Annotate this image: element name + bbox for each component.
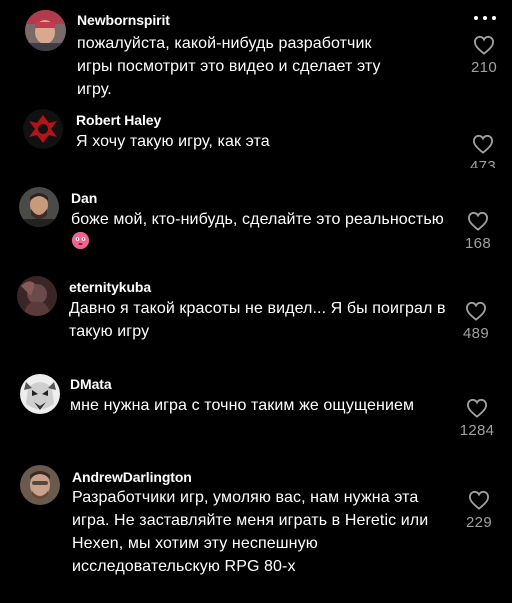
comment-text: Давно я такой красоты не видел... Я бы п… bbox=[69, 300, 446, 340]
avatar-image bbox=[17, 276, 57, 316]
comment-item: DMata мне нужна игра с точно таким же ощ… bbox=[0, 365, 512, 460]
flushed-face-emoji bbox=[72, 232, 89, 249]
like-count: 210 bbox=[471, 59, 497, 76]
comment-text: Разработчики игр, умоляю вас, нам нужна … bbox=[72, 489, 429, 575]
comment-item: AndrewDarlington Разработчики игр, умоля… bbox=[0, 460, 512, 603]
like-button[interactable]: 473 bbox=[461, 134, 505, 168]
comment-item: Dan боже мой, кто-нибудь, сделайте это р… bbox=[0, 180, 512, 265]
avatar[interactable] bbox=[20, 465, 60, 505]
like-button[interactable]: 1284 bbox=[455, 398, 499, 439]
like-count: 1284 bbox=[459, 422, 495, 439]
comment-username[interactable]: AndrewDarlington bbox=[72, 469, 192, 485]
comment-username[interactable]: Dan bbox=[71, 190, 97, 206]
like-button[interactable]: 229 bbox=[457, 490, 501, 531]
comment-item: Robert Haley Я хочу такую игру, как эта … bbox=[0, 100, 512, 180]
comment-item: eternitykuba Давно я такой красоты не ви… bbox=[0, 265, 512, 365]
comment-username[interactable]: Robert Haley bbox=[76, 112, 161, 128]
like-button[interactable]: 489 bbox=[454, 301, 498, 342]
avatar-image bbox=[23, 109, 63, 149]
heart-outline-icon bbox=[473, 35, 495, 55]
comment-item: Newbornspirit пожалуйста, какой-нибудь р… bbox=[0, 0, 512, 100]
like-count: 168 bbox=[465, 235, 491, 252]
heart-outline-icon bbox=[472, 134, 494, 154]
avatar-image bbox=[20, 465, 60, 505]
like-count: 473 bbox=[470, 158, 496, 168]
comment-text: боже мой, кто-нибудь, сделайте это реаль… bbox=[71, 211, 444, 228]
avatar[interactable] bbox=[23, 109, 63, 149]
like-count: 229 bbox=[466, 514, 492, 531]
comment-text: пожалуйста, какой-нибудь разработчик игр… bbox=[77, 35, 381, 98]
heart-outline-icon bbox=[468, 490, 490, 510]
avatar[interactable] bbox=[25, 10, 66, 51]
comment-text: Я хочу такую игру, как эта bbox=[76, 133, 270, 150]
avatar[interactable] bbox=[17, 276, 57, 316]
comment-username[interactable]: Newbornspirit bbox=[77, 12, 170, 28]
avatar-image bbox=[25, 10, 66, 51]
like-button[interactable]: 210 bbox=[462, 35, 506, 76]
comment-text: мне нужна игра с точно таким же ощущение… bbox=[70, 397, 415, 414]
comment-username[interactable]: eternitykuba bbox=[69, 279, 151, 295]
avatar[interactable] bbox=[19, 187, 59, 227]
heart-outline-icon bbox=[465, 301, 487, 321]
avatar-image bbox=[20, 374, 60, 414]
like-button[interactable]: 168 bbox=[456, 211, 500, 252]
avatar[interactable] bbox=[20, 374, 60, 414]
heart-outline-icon bbox=[467, 211, 489, 231]
comment-username[interactable]: DMata bbox=[70, 376, 112, 392]
avatar-image bbox=[19, 187, 59, 227]
like-count: 489 bbox=[463, 325, 489, 342]
heart-outline-icon bbox=[466, 398, 488, 418]
